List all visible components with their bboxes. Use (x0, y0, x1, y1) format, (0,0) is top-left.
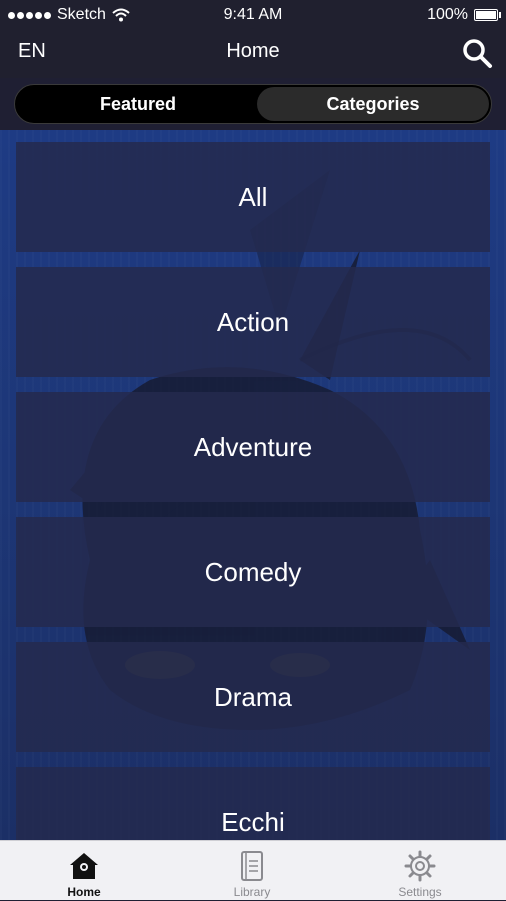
category-list: All Action Adventure Comedy Drama Ecchi (16, 142, 490, 840)
navigation-bar: EN Home (0, 30, 506, 78)
tab-library-label: Library (233, 885, 271, 899)
segmented-control: Featured Categories (14, 84, 492, 124)
category-adventure[interactable]: Adventure (16, 392, 490, 502)
tab-categories[interactable]: Categories (257, 87, 489, 121)
category-all[interactable]: All (16, 142, 490, 252)
page-title: Home (226, 40, 280, 62)
battery-info: 100% (427, 6, 501, 24)
status-bar: Sketch 9:41 AM 100% (0, 0, 506, 30)
tab-settings[interactable]: Settings (336, 841, 504, 901)
tab-settings-label: Settings (398, 885, 442, 899)
category-drama[interactable]: Drama (16, 642, 490, 752)
home-icon (70, 853, 98, 879)
tab-home[interactable]: Home (0, 841, 168, 901)
battery-icon (474, 9, 501, 21)
battery-label: 100% (427, 6, 468, 23)
tab-featured[interactable]: Featured (19, 87, 257, 121)
tab-bar: Home Library Settings (0, 840, 506, 900)
category-ecchi[interactable]: Ecchi (16, 767, 490, 840)
library-icon (241, 851, 263, 881)
tab-home-label: Home (67, 885, 101, 899)
category-content: All Action Adventure Comedy Drama Ecchi (0, 130, 506, 840)
gear-icon (404, 850, 436, 882)
category-action[interactable]: Action (16, 267, 490, 377)
category-comedy[interactable]: Comedy (16, 517, 490, 627)
tab-library[interactable]: Library (168, 841, 336, 901)
search-icon[interactable] (460, 36, 494, 70)
